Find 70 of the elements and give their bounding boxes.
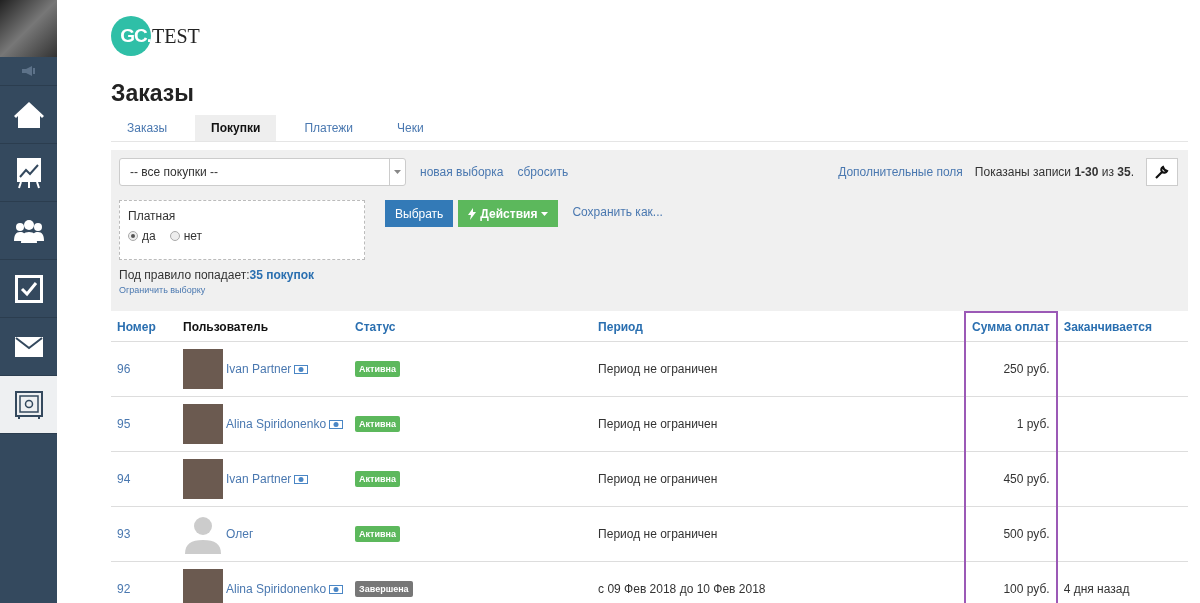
home-icon[interactable] — [12, 99, 45, 130]
condition-label: Платная — [128, 209, 177, 223]
payment-sum: 450 руб. — [1003, 472, 1050, 486]
actions-button[interactable]: Действия — [458, 200, 559, 227]
money-icon — [329, 584, 344, 594]
radio-label: да — [142, 229, 156, 243]
money-icon — [294, 364, 309, 374]
lightning-icon — [468, 207, 477, 220]
order-number-link[interactable]: 96 — [117, 362, 131, 376]
caret-icon — [394, 170, 401, 174]
checkbox-icon[interactable] — [14, 274, 43, 303]
order-number-link[interactable]: 92 — [117, 582, 131, 597]
column-header[interactable]: Номер — [111, 312, 177, 342]
filter-link[interactable]: сбросить — [517, 165, 569, 179]
wrench-icon — [1155, 165, 1169, 179]
tab[interactable]: Покупки — [195, 115, 277, 141]
payment-sum: 500 руб. — [1003, 527, 1050, 541]
status-badge: Завершена — [355, 581, 413, 598]
payment-sum: 250 руб. — [1003, 362, 1050, 376]
filter-link[interactable]: новая выборка — [420, 165, 504, 179]
column-header[interactable]: Период — [592, 312, 966, 342]
user-link[interactable]: Ivan Partner — [226, 472, 309, 486]
chart-icon[interactable] — [15, 156, 42, 189]
tab[interactable]: Платежи — [288, 115, 370, 141]
logo: GC.TEST — [111, 16, 200, 56]
extra-fields-link[interactable]: Дополнительные поля — [838, 165, 963, 179]
period-text: Период не ограничен — [598, 417, 718, 431]
match-count-link[interactable]: 35 покупок — [249, 268, 315, 282]
settings-button[interactable] — [1146, 158, 1178, 186]
column-header[interactable]: Статус — [349, 312, 593, 342]
radio-button[interactable] — [128, 231, 138, 241]
filter-select[interactable]: -- все покупки -- — [119, 158, 406, 186]
period-text: Период не ограничен — [598, 472, 718, 486]
status-badge: Активна — [355, 416, 400, 432]
column-header: Пользователь — [177, 312, 350, 342]
match-label: Под правило попадает: — [119, 268, 250, 282]
column-header[interactable]: Заканчивается — [1056, 312, 1188, 342]
safe-icon[interactable] — [14, 390, 43, 419]
save-as-link[interactable]: Сохранить как... — [572, 205, 663, 219]
caret-icon — [541, 211, 549, 216]
order-number-link[interactable]: 93 — [117, 527, 131, 541]
user-link[interactable]: Alina Spiridonenko — [226, 417, 344, 431]
user-link[interactable]: Alina Spiridonenko — [226, 582, 344, 597]
tab[interactable]: Чеки — [381, 115, 440, 141]
select-button[interactable]: Выбрать — [385, 200, 454, 227]
user-link[interactable]: Олег — [226, 527, 254, 541]
order-number-link[interactable]: 95 — [117, 417, 131, 431]
users-icon[interactable] — [13, 218, 44, 243]
order-number-link[interactable]: 94 — [117, 472, 131, 486]
status-badge: Активна — [355, 471, 400, 487]
status-badge: Активна — [355, 361, 400, 377]
money-icon — [294, 474, 309, 484]
period-text: с 09 Фев 2018 до 10 Фев 2018 — [598, 582, 766, 597]
period-text: Период не ограничен — [598, 527, 718, 541]
period-text: Период не ограничен — [598, 362, 718, 376]
payment-sum: 100 руб. — [1003, 582, 1050, 596]
limit-link[interactable]: Ограничить выборку — [119, 285, 1178, 295]
page-title: Заказы — [111, 80, 195, 107]
column-header[interactable]: Сумма оплат — [965, 312, 1057, 342]
radio-label: нет — [183, 229, 203, 243]
radio-button[interactable] — [169, 231, 180, 241]
status-badge: Активна — [355, 526, 400, 542]
money-icon — [329, 419, 344, 429]
payment-sum: 1 руб. — [1016, 417, 1050, 431]
user-link[interactable]: Ivan Partner — [226, 362, 309, 376]
ends-text: 4 дня назад — [1063, 582, 1130, 597]
mail-icon[interactable] — [14, 336, 43, 357]
photo-placeholder — [0, 0, 57, 57]
records-count: Показаны записи 1-30 из 35. — [974, 165, 1134, 179]
tab[interactable]: Заказы — [111, 115, 184, 141]
